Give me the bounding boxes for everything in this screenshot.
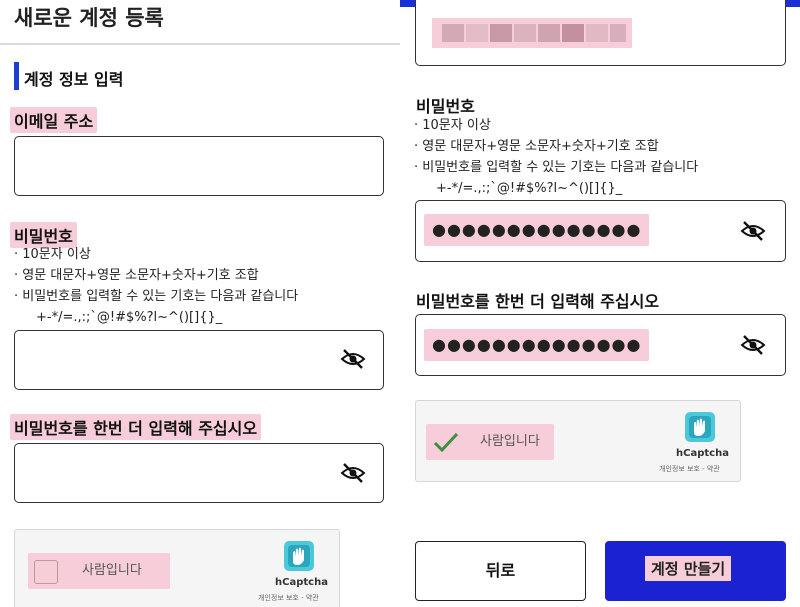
password-symbols: +-*/=.,:;`@!#$%?l~^()[]{}_ [36, 310, 223, 325]
password-confirm-masked-value: ●●●●●●●●●●●●●● [424, 329, 650, 361]
right-panel: 비밀번호 · 10문자 이상 · 영문 대문자+영문 소문자+숫자+기호 조합 … [400, 0, 800, 607]
password-rules: · 10문자 이상 · 영문 대문자+영문 소문자+숫자+기호 조합 · 비밀번… [414, 115, 698, 199]
left-panel: 새로운 계정 등록 계정 정보 입력 이메일 주소 비밀번호 · 10문자 이상… [0, 0, 400, 607]
password-confirm-input[interactable]: ●●●●●●●●●●●●●● [415, 314, 786, 376]
password-rule: · 10문자 이상 [14, 247, 91, 262]
hcaptcha-brand: hCaptcha [676, 448, 729, 459]
captcha-label: 사람입니다 [480, 434, 540, 449]
password-confirm-input[interactable] [14, 443, 384, 503]
hcaptcha-logo-icon [685, 412, 715, 442]
captcha-checkbox[interactable] [34, 560, 58, 584]
password-input[interactable] [14, 330, 384, 390]
create-account-label: 계정 만들기 [645, 556, 732, 581]
create-account-button[interactable]: 계정 만들기 [605, 541, 786, 601]
hcaptcha-links[interactable]: 개인정보 보호 - 약관 [258, 593, 319, 603]
password-rule: · 영문 대문자+영문 소문자+숫자+기호 조합 [14, 268, 259, 283]
email-label: 이메일 주소 [10, 107, 98, 133]
email-input[interactable] [14, 136, 384, 196]
password-rules: · 10문자 이상 · 영문 대문자+영문 소문자+숫자+기호 조합 · 비밀번… [14, 244, 298, 328]
eye-off-icon[interactable] [340, 348, 366, 370]
password-confirm-label: 비밀번호를 한번 더 입력해 주십시오 [416, 292, 660, 311]
password-rule: · 비밀번호를 입력할 수 있는 기호는 다음과 같습니다 [14, 289, 299, 304]
password-input[interactable]: ●●●●●●●●●●●●●● [415, 200, 786, 262]
password-rule: · 10문자 이상 [414, 118, 491, 133]
page-title: 새로운 계정 등록 [14, 6, 164, 30]
email-value-redacted [432, 18, 632, 48]
eye-off-icon[interactable] [340, 462, 366, 484]
eye-off-icon[interactable] [740, 220, 766, 242]
section-accent-bar [14, 62, 19, 90]
section-title: 계정 정보 입력 [24, 70, 124, 89]
password-rule: · 영문 대문자+영문 소문자+숫자+기호 조합 [414, 139, 659, 154]
back-button[interactable]: 뒤로 [415, 541, 586, 601]
captcha-checkbox-area[interactable]: 사람입니다 [28, 553, 170, 589]
captcha-label: 사람입니다 [82, 563, 142, 578]
email-input[interactable] [415, 0, 786, 66]
hcaptcha-links[interactable]: 개인정보 보호 - 약관 [659, 464, 720, 474]
captcha-checkbox-area[interactable]: 사람입니다 [426, 424, 554, 460]
hcaptcha-brand: hCaptcha [275, 577, 328, 588]
password-masked-value: ●●●●●●●●●●●●●● [424, 214, 650, 246]
password-confirm-label: 비밀번호를 한번 더 입력해 주십시오 [10, 414, 262, 440]
password-rule: · 비밀번호를 입력할 수 있는 기호는 다음과 같습니다 [414, 160, 699, 175]
title-divider [0, 43, 400, 45]
password-symbols: +-*/=.,:;`@!#$%?l~^()[]{}_ [436, 181, 623, 196]
hcaptcha-widget: 사람입니다 hCaptcha 개인정보 보호 - 약관 [415, 400, 741, 482]
hcaptcha-widget: 사람입니다 hCaptcha 개인정보 보호 - 약관 [14, 529, 340, 607]
eye-off-icon[interactable] [740, 334, 766, 356]
check-icon [433, 432, 459, 453]
hcaptcha-logo-icon [284, 541, 314, 571]
